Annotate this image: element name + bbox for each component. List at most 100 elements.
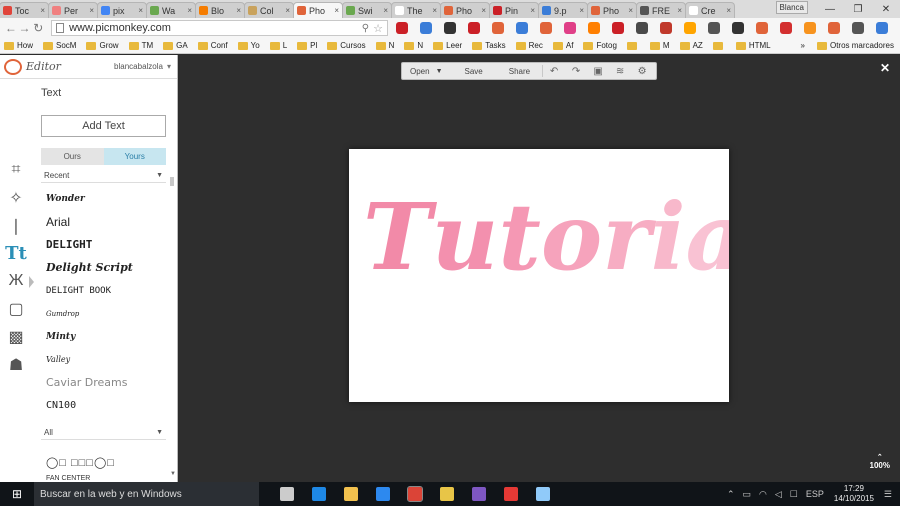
clock[interactable]: 17:29 14/10/2015 — [834, 484, 874, 504]
crop-icon[interactable]: ⌗ — [5, 159, 27, 181]
browser-tab[interactable]: Swi × — [342, 2, 392, 18]
cat-icon[interactable]: ☗ — [5, 354, 27, 376]
brush-icon[interactable]: ❘ — [5, 215, 27, 237]
bookmark-item[interactable]: L — [269, 41, 287, 50]
tab-close-icon[interactable]: × — [89, 6, 94, 15]
extension-icon[interactable] — [732, 22, 744, 34]
bookmark-item[interactable]: Conf — [197, 41, 228, 50]
bookmark-item[interactable]: Tasks — [472, 41, 506, 50]
extension-icon[interactable] — [636, 22, 648, 34]
taskbar-app[interactable] — [495, 482, 527, 506]
font-option[interactable]: CN100 — [46, 394, 166, 417]
reload-icon[interactable]: ↻ — [31, 21, 45, 35]
extension-icon[interactable] — [396, 22, 408, 34]
browser-tab[interactable]: 9.p × — [538, 2, 588, 18]
search-icon[interactable]: ⚲ — [362, 23, 369, 34]
tab-close-icon[interactable]: × — [236, 6, 241, 15]
font-list-scrollbar[interactable]: ▼ — [170, 175, 176, 477]
windows-start-icon[interactable]: ⊞ — [0, 482, 34, 506]
tab-close-icon[interactable]: × — [40, 6, 45, 15]
tab-ours[interactable]: Ours — [41, 148, 104, 165]
language-indicator[interactable]: ESP — [806, 489, 824, 499]
browser-tab[interactable]: Wa × — [146, 2, 196, 18]
bookmark-item[interactable]: Pl — [297, 41, 317, 50]
minimize-icon[interactable]: — — [816, 0, 844, 18]
tab-close-icon[interactable]: × — [628, 6, 633, 15]
back-icon[interactable]: ← — [4, 21, 18, 35]
bookmark-item[interactable]: M — [649, 41, 670, 50]
bookmark-item[interactable]: Af — [552, 41, 573, 50]
taskbar-app[interactable] — [335, 482, 367, 506]
extension-icon[interactable] — [516, 22, 528, 34]
redo-icon[interactable]: ↷ — [565, 66, 587, 77]
extension-icon[interactable] — [876, 22, 888, 34]
taskbar-app[interactable] — [367, 482, 399, 506]
wifi-icon[interactable]: ◠ — [759, 489, 767, 500]
bookmarks-overflow-icon[interactable]: » — [801, 41, 805, 50]
close-editor-icon[interactable]: ✕ — [880, 61, 890, 75]
browser-tab[interactable]: Pho × — [440, 2, 490, 18]
tab-close-icon[interactable]: × — [187, 6, 192, 15]
recent-select[interactable]: Recent ▼ — [41, 168, 166, 183]
text-tool-icon[interactable]: Tt — [5, 242, 27, 264]
extension-icon[interactable] — [564, 22, 576, 34]
add-text-button[interactable]: Add Text — [41, 115, 166, 137]
frame-icon[interactable]: ▢ — [5, 298, 27, 320]
tab-close-icon[interactable]: × — [481, 6, 486, 15]
font-option[interactable]: Delight Script — [46, 256, 166, 279]
zoom-expand-icon[interactable]: ⌃ — [870, 453, 890, 461]
browser-tab[interactable]: Pho × — [587, 2, 637, 18]
extension-icon[interactable] — [780, 22, 792, 34]
browser-tab[interactable]: Toc × — [0, 2, 49, 18]
battery-icon[interactable]: ▭ — [742, 489, 751, 500]
font-option[interactable]: Gumdrop — [46, 302, 166, 325]
all-select[interactable]: All ▼ — [41, 425, 166, 440]
font-glyph-preview[interactable]: ◯□ □□□◯□ — [46, 456, 115, 469]
profile-badge[interactable]: Blanca — [775, 1, 808, 14]
action-center-icon[interactable]: ☰ — [884, 489, 892, 500]
other-bookmarks[interactable]: » Otros marcadores — [801, 41, 900, 50]
font-option[interactable]: DELIGHT — [46, 233, 166, 256]
font-option[interactable]: Arial — [46, 210, 166, 233]
bookmark-item[interactable]: N — [375, 41, 394, 50]
canvas[interactable]: Tutorial — [349, 149, 729, 402]
open-button[interactable]: Open ▼ — [402, 67, 451, 76]
extension-icon[interactable] — [540, 22, 552, 34]
tab-close-icon[interactable]: × — [432, 6, 437, 15]
url-field[interactable]: www.picmonkey.com ⚲ ☆ — [51, 20, 388, 36]
volume-icon[interactable]: ◁ — [775, 489, 782, 500]
browser-tab[interactable]: Blo × — [195, 2, 245, 18]
bookmark-item[interactable] — [626, 41, 640, 50]
taskbar-app[interactable] — [303, 482, 335, 506]
extension-icon[interactable] — [852, 22, 864, 34]
bookmark-item[interactable]: Grow — [86, 41, 119, 50]
extension-icon[interactable] — [444, 22, 456, 34]
layers-icon[interactable]: ≋ — [609, 66, 631, 77]
font-option[interactable]: DELIGHT BOOK — [46, 279, 166, 302]
font-option[interactable]: Minty — [46, 325, 166, 348]
extension-icon[interactable] — [660, 22, 672, 34]
magic-wand-icon[interactable]: ✧ — [5, 187, 27, 209]
browser-tab[interactable]: Pin × — [489, 2, 539, 18]
browser-tab[interactable]: Col × — [244, 2, 294, 18]
username[interactable]: blancabalzola — [114, 62, 163, 71]
extension-icon[interactable] — [828, 22, 840, 34]
scrollbar-thumb[interactable] — [170, 177, 174, 186]
browser-tab[interactable]: Pho × — [293, 2, 343, 18]
taskbar-search[interactable]: Buscar en la web y en Windows — [34, 482, 259, 506]
tab-close-icon[interactable]: × — [677, 6, 682, 15]
extension-icon[interactable] — [756, 22, 768, 34]
extension-icon[interactable] — [468, 22, 480, 34]
bookmark-item[interactable]: Leer — [433, 41, 462, 50]
taskbar-app[interactable] — [527, 482, 559, 506]
browser-tab[interactable]: pix × — [97, 2, 147, 18]
bookmark-item[interactable]: SocM — [43, 41, 76, 50]
tray-expand-icon[interactable]: ⌃ — [727, 489, 735, 500]
tab-close-icon[interactable]: × — [285, 6, 290, 15]
butterfly-icon[interactable]: Ж — [5, 270, 27, 292]
bookmark-item[interactable]: Fotog — [583, 41, 617, 50]
extension-icon[interactable] — [588, 22, 600, 34]
taskbar-app[interactable] — [271, 482, 303, 506]
extension-icon[interactable] — [420, 22, 432, 34]
bookmark-item[interactable]: HTML — [735, 41, 771, 50]
